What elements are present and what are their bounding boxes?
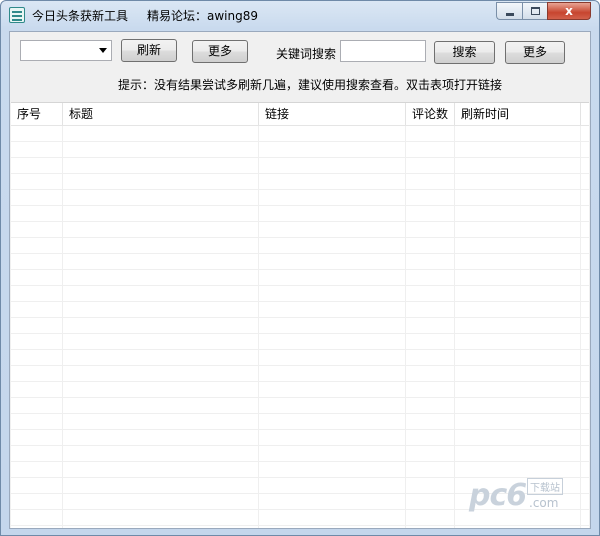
column-header-refresh-time[interactable]: 刷新时间: [455, 103, 581, 125]
column-divider: [580, 126, 581, 528]
column-divider: [454, 126, 455, 528]
results-table[interactable]: 序号 标题 链接 评论数 刷新时间 pc6 下载站 .com: [11, 102, 589, 528]
table-body[interactable]: [11, 126, 589, 528]
keyword-search-label: 关键词搜索: [276, 47, 337, 61]
watermark-brand: pc6: [469, 478, 527, 513]
chevron-down-icon[interactable]: [99, 48, 107, 53]
column-divider: [405, 126, 406, 528]
watermark-logo: pc6 下载站 .com: [469, 476, 579, 516]
search-button[interactable]: 搜索: [434, 41, 495, 64]
table-header: 序号 标题 链接 评论数 刷新时间: [11, 103, 589, 126]
minimize-icon: [506, 13, 514, 16]
category-combobox[interactable]: [20, 40, 112, 61]
app-icon: [9, 7, 25, 23]
maximize-icon: [531, 7, 540, 15]
more-button-2[interactable]: 更多: [505, 41, 565, 64]
refresh-button[interactable]: 刷新: [121, 39, 177, 62]
client-area: 刷新 更多 关键词搜索 搜索 更多 提示：没有结果尝试多刷新几遍，建议使用搜索查…: [9, 31, 591, 529]
watermark-com: .com: [529, 496, 559, 510]
column-header-index[interactable]: 序号: [11, 103, 63, 125]
title-bar[interactable]: 今日头条获新工具 精易论坛：awing89 x: [1, 1, 599, 29]
column-header-title[interactable]: 标题: [63, 103, 259, 125]
app-window: 今日头条获新工具 精易论坛：awing89 x 刷新 更多 关键词搜索 搜索 更…: [0, 0, 600, 536]
column-divider: [258, 126, 259, 528]
hint-text: 提示：没有结果尝试多刷新几遍，建议使用搜索查看。双击表项打开链接: [118, 78, 503, 92]
minimize-button[interactable]: [496, 2, 522, 20]
keyword-search-input[interactable]: [340, 40, 426, 62]
close-button[interactable]: x: [547, 2, 591, 20]
column-divider: [62, 126, 63, 528]
window-forum-label: 精易论坛：awing89: [147, 9, 258, 23]
maximize-button[interactable]: [522, 2, 547, 20]
caption-buttons: x: [496, 2, 591, 20]
more-button-1[interactable]: 更多: [192, 40, 248, 63]
column-header-link[interactable]: 链接: [259, 103, 406, 125]
close-icon: x: [565, 4, 573, 18]
watermark-cn: 下载站: [527, 478, 563, 495]
column-header-comments[interactable]: 评论数: [406, 103, 455, 125]
window-title: 今日头条获新工具: [32, 9, 129, 23]
